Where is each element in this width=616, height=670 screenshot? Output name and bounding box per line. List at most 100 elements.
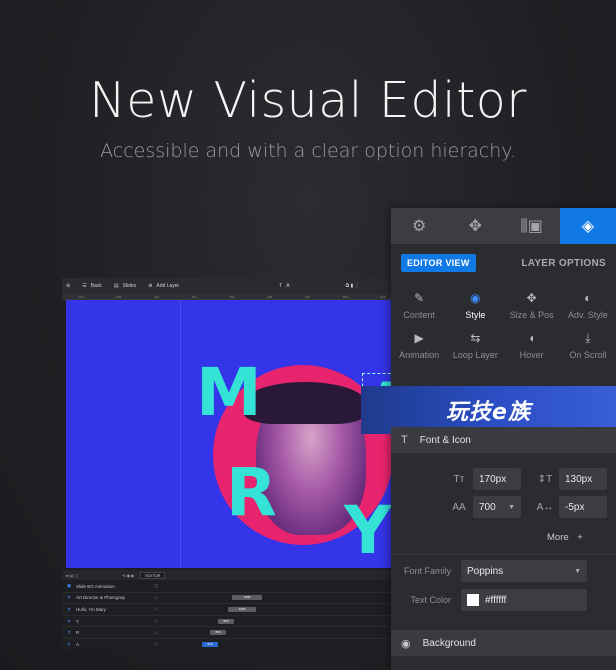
settings-panel: ⚙ ✥ ⫼▣ ◈ EDITOR VIEW LAYER OPTIONS ✎ Con… — [361, 208, 616, 670]
more-button[interactable]: More + — [547, 532, 607, 543]
font-weight-select[interactable]: 700 ▼ — [473, 496, 521, 518]
option-adv-style[interactable]: ◐ Adv. Style — [560, 292, 616, 326]
tab-settings[interactable]: ⚙ — [391, 208, 447, 244]
option-content[interactable]: ✎ Content — [391, 292, 447, 326]
loop-icon: ⇆ — [470, 331, 481, 345]
option-on-scroll[interactable]: ⤓ On Scroll — [560, 332, 616, 366]
text-layer-icon: T — [67, 630, 71, 636]
option-style[interactable]: ◉ Style — [447, 292, 503, 326]
tab-slides[interactable]: ⫼▣ — [504, 208, 560, 244]
tab-layers[interactable]: ◈ — [559, 208, 616, 244]
playback-controls[interactable]: ⟲ ◉ ▶ — [122, 573, 134, 578]
text-layer-icon: T — [67, 618, 71, 624]
timeline-row[interactable]: T Y ◁ 800 — [62, 616, 402, 628]
text-layer-icon: T — [67, 641, 71, 647]
layers-icon: ◈ — [581, 218, 595, 235]
background-section[interactable]: ◉ Background — [391, 630, 616, 656]
text-layer-icon: T — [67, 595, 71, 601]
move-icon: ✥ — [526, 291, 537, 305]
palette-icon: ◉ — [401, 637, 411, 650]
font-size-row: Tт 170px ⇕T 130px — [391, 468, 616, 490]
line-height-input[interactable]: 130px — [559, 468, 607, 490]
option-loop-layer[interactable]: ⇆ Loop Layer — [447, 332, 503, 366]
layer-type-icon: ▣ — [66, 583, 72, 589]
font-weight-row: AA 700 ▼ A↔ -5px — [391, 496, 616, 518]
add-layer-button[interactable]: ⊕ Add Layer — [148, 283, 179, 289]
editor-preview: ⊛ ☰ Back ▤ Slides ⊕ Add Layer T A ⧉ ▮ ⋮ … — [62, 278, 402, 650]
gear-icon: ⚙ — [411, 218, 427, 235]
text-color-picker[interactable]: #ffffff — [461, 589, 587, 611]
timeline-bar[interactable]: 800 — [202, 641, 218, 647]
chevron-down-icon: ▼ — [508, 503, 515, 511]
palette-icon: ◉ — [470, 291, 481, 305]
font-icon-section[interactable]: T Font & Icon — [391, 427, 616, 453]
text-color-row: Text Color #ffffff — [391, 589, 616, 611]
font-size-icon: Tт — [453, 473, 465, 485]
panel-tabs: ⚙ ✥ ⫼▣ ◈ — [391, 208, 616, 244]
option-size-pos[interactable]: ✥ Size & Pos — [504, 292, 560, 326]
color-swatch[interactable] — [467, 594, 479, 606]
timeline-bar[interactable]: 800 — [210, 630, 226, 636]
timeline-row[interactable]: T Hullo, I'm Mary ◁ 1000 — [62, 604, 402, 616]
mouse-icon: ◖ — [528, 331, 536, 345]
timeline-header: ● ▤ ▢ ⟲ ◉ ▶ EDITOR — [62, 570, 402, 580]
tab-navigation[interactable]: ✥ — [447, 208, 503, 244]
font-size-input[interactable]: 170px — [473, 468, 521, 490]
font-family-row: Font Family Poppins ▼ — [391, 560, 616, 582]
text-layer-icon: T — [67, 606, 71, 612]
font-family-select[interactable]: Poppins ▼ — [461, 560, 587, 582]
layer-option-grid: ✎ Content ◉ Style ✥ Size & Pos ◐ Adv. St… — [391, 282, 616, 366]
timeline-row[interactable]: T R ◁ 800 — [62, 627, 402, 639]
hero-subtitle: Accessible and with a clear option hiera… — [100, 140, 516, 162]
letter-r[interactable]: R — [226, 460, 277, 526]
slides-button[interactable]: ▤ Slides — [114, 283, 136, 289]
timeline-row[interactable]: ▣ Slide BG Animation ◫ — [62, 581, 402, 593]
plus-icon: + — [577, 532, 583, 543]
gamepad-icon: ✥ — [468, 218, 483, 235]
editor-view-button[interactable]: EDITOR VIEW — [401, 254, 476, 272]
slide-canvas[interactable]: M A R Y — [66, 300, 402, 568]
row-visibility-icon[interactable]: ◁ — [154, 630, 166, 636]
guide-line — [180, 300, 181, 568]
row-visibility-icon[interactable]: ◁ — [154, 618, 166, 624]
chevron-down-icon: ▼ — [574, 567, 581, 575]
line-height-icon: ⇕T — [537, 473, 553, 485]
hero-title: New Visual Editor — [89, 72, 527, 129]
section-divider — [391, 554, 616, 555]
slides-icon: ⫼▣ — [520, 218, 543, 235]
option-hover[interactable]: ◖ Hover — [504, 332, 560, 366]
font-weight-icon: AA — [452, 501, 466, 513]
letter-spacing-icon: A↔ — [536, 501, 554, 513]
hat-shape — [244, 382, 366, 424]
letter-spacing-input[interactable]: -5px — [559, 496, 607, 518]
timeline-bar[interactable]: 1000 — [232, 595, 262, 601]
toolbar-actions[interactable]: ⧉ ▮ ⋮ — [346, 283, 360, 289]
letter-y[interactable]: Y — [344, 498, 392, 564]
timeline-bar[interactable]: 800 — [218, 618, 234, 624]
view-switch-row: EDITOR VIEW LAYER OPTIONS — [391, 244, 616, 282]
letter-m[interactable]: M — [196, 360, 262, 426]
wp-logo-icon[interactable]: ⊛ — [66, 283, 70, 289]
timeline-controls[interactable]: ● ▤ ▢ — [66, 573, 78, 578]
row-lock-icon[interactable]: ◫ — [154, 583, 166, 589]
timeline-row[interactable]: T A ◁ 800 — [62, 639, 402, 650]
timeline-bar[interactable]: 1000 — [228, 606, 256, 612]
layer-options-label[interactable]: LAYER OPTIONS — [521, 258, 606, 269]
timeline-row[interactable]: T Art Director & Photograp ◁ 1000 — [62, 593, 402, 605]
text-icon: T — [401, 434, 408, 446]
pencil-icon: ✎ — [414, 291, 425, 305]
row-visibility-icon[interactable]: ◁ — [154, 595, 166, 601]
row-visibility-icon[interactable]: ◁ — [154, 606, 166, 612]
play-icon: ▶ — [414, 331, 424, 345]
font-family-label: Font Family — [403, 566, 451, 576]
option-animation[interactable]: ▶ Animation — [391, 332, 447, 366]
text-color-label: Text Color — [410, 595, 451, 605]
timeline-rows: ▣ Slide BG Animation ◫ T Art Director & … — [62, 581, 402, 650]
layer-selector[interactable]: T A — [279, 283, 289, 289]
timeline-tag[interactable]: EDITOR — [140, 571, 166, 579]
contrast-icon: ◐ — [584, 291, 592, 305]
back-button[interactable]: ☰ Back — [82, 283, 102, 289]
row-visibility-icon[interactable]: ◁ — [154, 641, 166, 647]
editor-toolbar: ⊛ ☰ Back ▤ Slides ⊕ Add Layer T A ⧉ ▮ ⋮ — [62, 278, 402, 294]
scroll-icon: ⤓ — [585, 331, 591, 345]
